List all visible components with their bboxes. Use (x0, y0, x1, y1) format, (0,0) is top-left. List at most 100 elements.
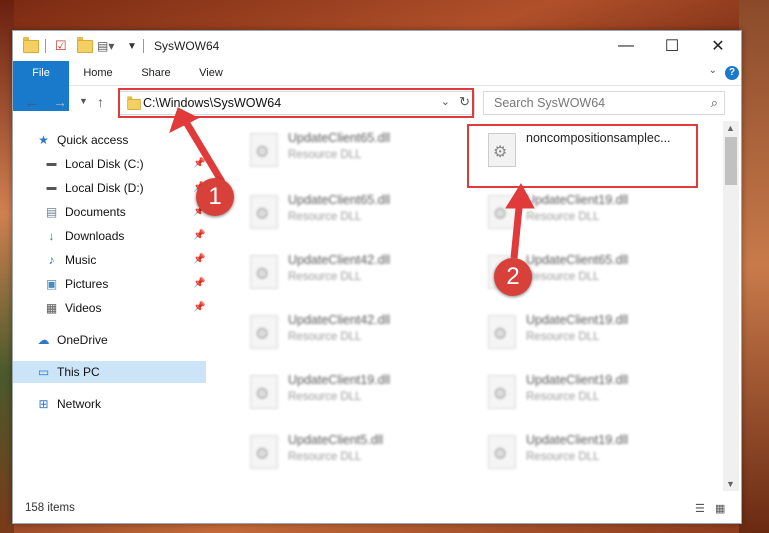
details-view-icon[interactable]: ☰ (695, 502, 709, 515)
file-type: Resource DLL (526, 331, 600, 343)
list-item[interactable]: UpdateClient19.dll Resource DLL (476, 187, 696, 237)
chevron-down-icon[interactable]: ⌄ (709, 65, 717, 76)
file-name: UpdateClient19.dll (526, 193, 629, 207)
large-icons-view-icon[interactable]: ▦ (715, 502, 729, 515)
folder-icon (23, 36, 39, 54)
computer-icon: ▭ (37, 365, 50, 379)
sidebar-item-quick-access[interactable]: ★ Quick access (13, 129, 206, 151)
separator (143, 38, 144, 54)
dll-file-icon (250, 195, 278, 229)
tab-share[interactable]: Share (133, 61, 179, 85)
step-badge-2: 2 (494, 258, 532, 296)
documents-icon: ▤ (45, 205, 58, 219)
file-name: UpdateClient65.dll (288, 131, 391, 145)
file-type: Resource DLL (288, 149, 362, 161)
file-type: Resource DLL (288, 451, 362, 463)
properties-icon[interactable]: ☑ (55, 38, 67, 54)
file-type: Resource DLL (526, 271, 600, 283)
sidebar-item-network[interactable]: ⊞ Network (13, 393, 206, 415)
dll-file-icon (250, 133, 278, 167)
list-item[interactable]: UpdateClient65.dll Resource DLL (238, 187, 458, 237)
list-item[interactable]: UpdateClient42.dll Resource DLL (238, 247, 458, 297)
cloud-icon: ☁ (37, 333, 50, 347)
network-icon: ⊞ (38, 397, 49, 411)
file-name: UpdateClient19.dll (526, 433, 629, 447)
sidebar-item-label: This PC (57, 365, 100, 379)
status-bar: 158 items ☰ ▦ (13, 497, 741, 521)
separator (45, 38, 46, 54)
pictures-icon: ▣ (45, 277, 58, 291)
sidebar-item-label: Network (57, 397, 102, 411)
recent-dropdown-icon[interactable]: ▼ (79, 96, 88, 106)
list-item[interactable]: UpdateClient65.dll Resource DLL (238, 125, 458, 175)
sidebar-item-label: Videos (65, 301, 102, 315)
dll-file-icon (250, 375, 278, 409)
sidebar-item-label: Local Disk (D:) (65, 181, 144, 195)
pin-icon[interactable]: 📌 (193, 297, 205, 319)
download-icon: ↓ (48, 229, 55, 243)
dll-file-icon (488, 375, 516, 409)
help-icon[interactable]: ? (725, 66, 739, 80)
minimize-button[interactable]: — (603, 31, 649, 61)
up-arrow-icon[interactable]: ↑ (97, 94, 104, 110)
sidebar-item-videos[interactable]: ▦ Videos 📌 (13, 297, 206, 319)
tab-view[interactable]: View (191, 61, 231, 85)
new-folder-icon[interactable] (77, 36, 93, 54)
file-type: Resource DLL (288, 391, 362, 403)
sidebar-item-pictures[interactable]: ▣ Pictures 📌 (13, 273, 206, 295)
step-badge-1: 1 (196, 178, 234, 216)
music-icon: ♪ (48, 253, 55, 267)
sidebar-item-documents[interactable]: ▤ Documents 📌 (13, 201, 206, 223)
file-type: Resource DLL (288, 331, 362, 343)
sidebar-item-this-pc[interactable]: ▭ This PC (13, 361, 206, 383)
drive-icon: ▬ (46, 158, 57, 169)
list-item[interactable]: UpdateClient19.dll Resource DLL (476, 427, 696, 477)
pin-icon[interactable]: 📌 (193, 153, 205, 175)
ribbon-tabs: File Home Share View ⌄ ? (13, 61, 741, 111)
sidebar-item-label: Downloads (65, 229, 125, 243)
tab-home[interactable]: Home (75, 61, 121, 85)
close-button[interactable]: ✕ (695, 31, 741, 61)
file-type: Resource DLL (526, 451, 600, 463)
pin-icon[interactable]: 📌 (193, 273, 205, 295)
list-item[interactable]: UpdateClient42.dll Resource DLL (238, 307, 458, 357)
customize-icon[interactable]: ▤▾ (97, 38, 114, 54)
forward-arrow-icon[interactable]: → (53, 94, 67, 110)
scrollbar-thumb[interactable] (725, 137, 737, 185)
file-highlight-box (467, 124, 698, 188)
dll-file-icon (250, 315, 278, 349)
search-placeholder[interactable]: Search SysWOW64 (494, 96, 605, 110)
qat-dropdown-icon[interactable]: ▼ (127, 38, 137, 54)
file-name: UpdateClient65.dll (526, 253, 629, 267)
list-item[interactable]: UpdateClient5.dll Resource DLL (238, 427, 458, 477)
list-item[interactable]: UpdateClient19.dll Resource DLL (238, 367, 458, 417)
scroll-down-icon[interactable]: ▼ (726, 479, 735, 489)
file-name: UpdateClient42.dll (288, 253, 391, 267)
list-item[interactable]: UpdateClient19.dll Resource DLL (476, 307, 696, 357)
back-arrow-icon[interactable]: ← (25, 94, 39, 110)
file-name: UpdateClient19.dll (526, 373, 629, 387)
file-name: UpdateClient42.dll (288, 313, 391, 327)
scroll-up-icon[interactable]: ▲ (726, 123, 735, 133)
list-item[interactable]: UpdateClient19.dll Resource DLL (476, 367, 696, 417)
title-bar: ☑ ▤▾ ▼ SysWOW64 — ☐ ✕ (13, 31, 741, 61)
dll-file-icon (488, 435, 516, 469)
sidebar-item-label: Music (65, 253, 97, 267)
search-box[interactable]: Search SysWOW64 ⌕ (483, 91, 725, 115)
videos-icon: ▦ (45, 301, 58, 315)
sidebar-item-local-disk-c[interactable]: ▬ Local Disk (C:) 📌 (13, 153, 206, 175)
sidebar-item-downloads[interactable]: ↓ Downloads 📌 (13, 225, 206, 247)
search-icon[interactable]: ⌕ (711, 95, 718, 111)
file-name: UpdateClient19.dll (288, 373, 391, 387)
vertical-scrollbar[interactable]: ▲ ▼ (723, 121, 739, 491)
sidebar-item-label: OneDrive (57, 333, 108, 347)
file-name: UpdateClient65.dll (288, 193, 391, 207)
pin-icon[interactable]: 📌 (193, 225, 205, 247)
maximize-button[interactable]: ☐ (649, 31, 695, 61)
pin-icon[interactable]: 📌 (193, 249, 205, 271)
sidebar-item-music[interactable]: ♪ Music 📌 (13, 249, 206, 271)
sidebar-item-onedrive[interactable]: ☁ OneDrive (13, 329, 206, 351)
sidebar-item-local-disk-d[interactable]: ▬ Local Disk (D:) 📌 (13, 177, 206, 199)
sidebar-item-label: Quick access (57, 133, 129, 147)
dll-file-icon (488, 315, 516, 349)
